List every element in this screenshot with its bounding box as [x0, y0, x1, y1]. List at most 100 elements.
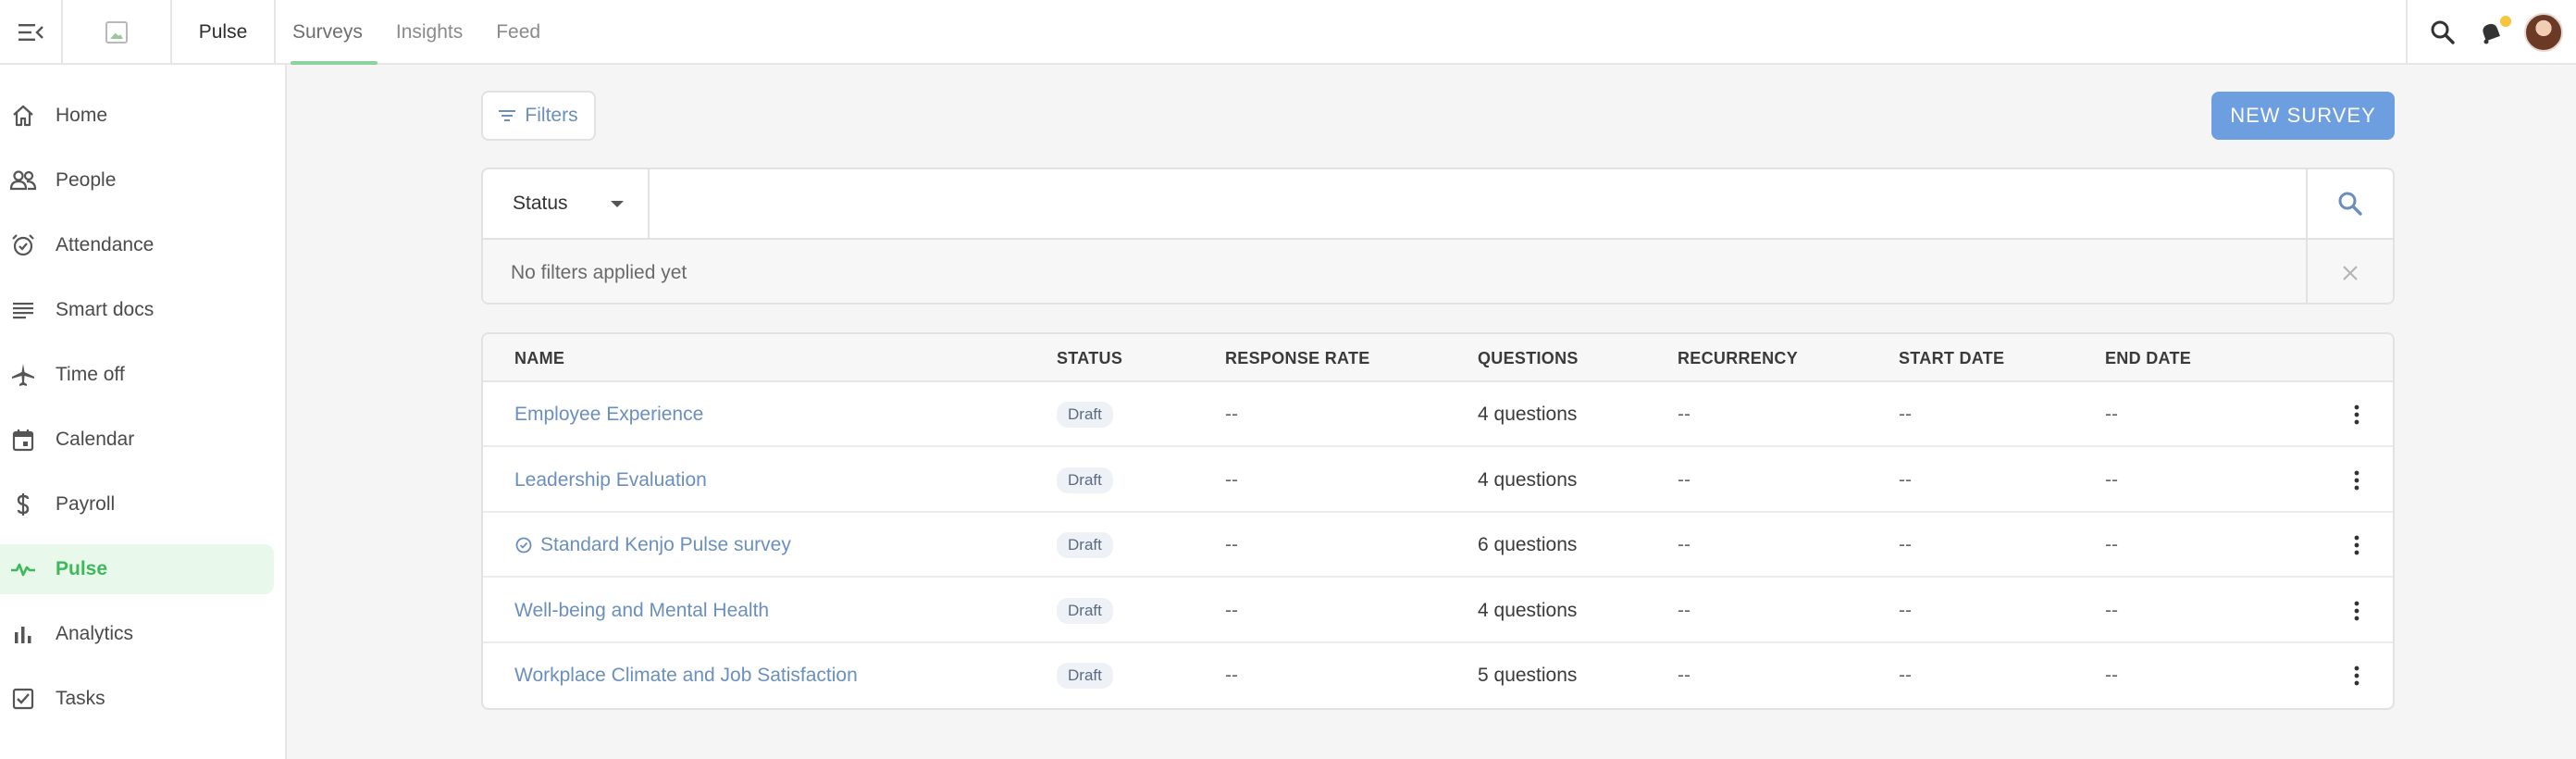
global-search-button[interactable]	[2428, 18, 2458, 47]
menu-toggle-button[interactable]	[0, 0, 63, 65]
sidebar-item-label: Calendar	[56, 429, 135, 450]
status-badge: Draft	[1057, 532, 1113, 558]
company-logo[interactable]	[63, 0, 172, 65]
table-row[interactable]: Leadership Evaluation Draft -- 4 questions -…	[483, 448, 2393, 513]
tab-bar: Surveys Insights Feed	[276, 0, 557, 65]
questions-cell: 4 questions	[1478, 468, 1578, 491]
end-date-cell: --	[2105, 404, 2118, 425]
end-date-cell: --	[2105, 665, 2118, 686]
notification-dot	[2500, 16, 2511, 27]
search-button[interactable]	[2306, 169, 2393, 238]
sidebar-item-label: Analytics	[56, 623, 134, 644]
surveys-table: NAME STATUS RESPONSE RATE QUESTIONS RECU…	[481, 332, 2395, 710]
more-vert-icon	[2354, 666, 2359, 686]
start-date-cell: --	[1899, 665, 1912, 686]
column-header-response-rate[interactable]: RESPONSE RATE	[1225, 334, 1370, 382]
lines-icon	[9, 296, 37, 324]
sidebar-item-attendance[interactable]: Attendance	[0, 220, 274, 270]
response-rate-cell: --	[1225, 599, 1238, 621]
sidebar-item-people[interactable]: People	[0, 156, 274, 205]
survey-name: Well-being and Mental Health	[514, 599, 770, 621]
sidebar-item-payroll[interactable]: Payroll	[0, 479, 274, 529]
status-badge: Draft	[1057, 663, 1113, 689]
column-header-start-date[interactable]: START DATE	[1899, 334, 2004, 382]
table-row[interactable]: Workplace Climate and Job Satisfaction Dr…	[483, 643, 2393, 708]
sidebar-item-label: Time off	[56, 364, 125, 385]
questions-cell: 4 questions	[1478, 599, 1578, 621]
top-right-actions	[2406, 0, 2576, 65]
response-rate-cell: --	[1225, 534, 1238, 555]
end-date-cell: --	[2105, 468, 2118, 491]
column-header-name[interactable]: NAME	[514, 334, 564, 382]
sidebar-item-smart-docs[interactable]: Smart docs	[0, 285, 274, 335]
survey-name-link[interactable]: Employee Experience	[514, 382, 703, 447]
status-dropdown[interactable]: Status	[483, 169, 650, 238]
sidebar-item-home[interactable]: Home	[0, 91, 274, 141]
applied-filters-row: No filters applied yet	[483, 238, 2393, 303]
clear-filters-button[interactable]	[2306, 240, 2393, 303]
row-actions-button[interactable]	[2343, 579, 2371, 643]
status-cell: Draft	[1057, 382, 1113, 447]
avatar[interactable]	[2524, 13, 2563, 52]
row-actions-button[interactable]	[2343, 448, 2371, 513]
recurrency-cell: --	[1678, 599, 1690, 621]
sidebar-item-label: Home	[56, 105, 108, 126]
column-header-end-date[interactable]: END DATE	[2105, 334, 2191, 382]
sidebar-item-label: Pulse	[56, 558, 108, 579]
filter-icon	[499, 110, 516, 121]
table-row[interactable]: Standard Kenjo Pulse survey Draft -- 6 ques…	[483, 513, 2393, 578]
filter-panel: Status No filters applied yet	[481, 168, 2395, 305]
survey-name-link[interactable]: Standard Kenjo Pulse survey	[514, 513, 791, 578]
search-icon	[2338, 192, 2362, 216]
column-header-recurrency[interactable]: RECURRENCY	[1678, 334, 1798, 382]
row-actions-button[interactable]	[2343, 382, 2371, 447]
new-survey-button[interactable]: NEW SURVEY	[2211, 92, 2395, 140]
column-header-status[interactable]: STATUS	[1057, 334, 1122, 382]
verified-check-icon	[515, 537, 532, 554]
more-vert-icon	[2354, 470, 2359, 490]
end-date-cell: --	[2105, 534, 2118, 555]
survey-name-link[interactable]: Well-being and Mental Health	[514, 579, 769, 643]
filters-label: Filters	[525, 105, 578, 126]
questions-cell: 5 questions	[1478, 665, 1578, 686]
notifications-button[interactable]	[2476, 16, 2511, 47]
search-icon	[2431, 20, 2455, 44]
survey-name: Standard Kenjo Pulse survey	[540, 534, 791, 555]
table-row[interactable]: Employee Experience Draft -- 4 questions -- -…	[483, 382, 2393, 447]
table-row[interactable]: Well-being and Mental Health Draft -- 4 que…	[483, 579, 2393, 643]
sidebar: Home People Attendance Smart docs Time o…	[0, 65, 287, 759]
status-badge: Draft	[1057, 597, 1113, 624]
start-date-cell: --	[1899, 534, 1912, 555]
survey-name: Leadership Evaluation	[514, 468, 707, 491]
tab-surveys[interactable]: Surveys	[276, 0, 379, 65]
sidebar-item-analytics[interactable]: Analytics	[0, 609, 274, 659]
more-vert-icon	[2354, 535, 2359, 555]
survey-name-link[interactable]: Workplace Climate and Job Satisfaction	[514, 643, 858, 708]
column-header-questions[interactable]: QUESTIONS	[1478, 334, 1579, 382]
pulse-icon	[9, 555, 37, 583]
calendar-icon	[9, 426, 37, 454]
row-actions-button[interactable]	[2343, 513, 2371, 578]
response-rate-cell: --	[1225, 468, 1238, 491]
no-filters-text: No filters applied yet	[511, 262, 687, 283]
home-icon	[9, 102, 37, 130]
survey-name-link[interactable]: Leadership Evaluation	[514, 448, 707, 513]
bar-chart-icon	[9, 620, 37, 648]
tab-insights[interactable]: Insights	[379, 0, 479, 65]
start-date-cell: --	[1899, 599, 1912, 621]
search-input[interactable]	[650, 169, 2308, 238]
recurrency-cell: --	[1678, 468, 1690, 491]
row-actions-button[interactable]	[2343, 643, 2371, 708]
start-date-cell: --	[1899, 468, 1912, 491]
sidebar-item-calendar[interactable]: Calendar	[0, 415, 274, 465]
table-header: NAME STATUS RESPONSE RATE QUESTIONS RECU…	[483, 334, 2393, 382]
filters-button[interactable]: Filters	[481, 91, 596, 141]
sidebar-item-pulse[interactable]: Pulse	[0, 544, 274, 594]
more-vert-icon	[2354, 404, 2359, 425]
dollar-icon	[9, 491, 37, 518]
sidebar-item-tasks[interactable]: Tasks	[0, 674, 274, 724]
recurrency-cell: --	[1678, 665, 1690, 686]
tab-feed[interactable]: Feed	[479, 0, 557, 65]
sidebar-item-time-off[interactable]: Time off	[0, 350, 274, 400]
sidebar-item-label: Attendance	[56, 234, 155, 255]
